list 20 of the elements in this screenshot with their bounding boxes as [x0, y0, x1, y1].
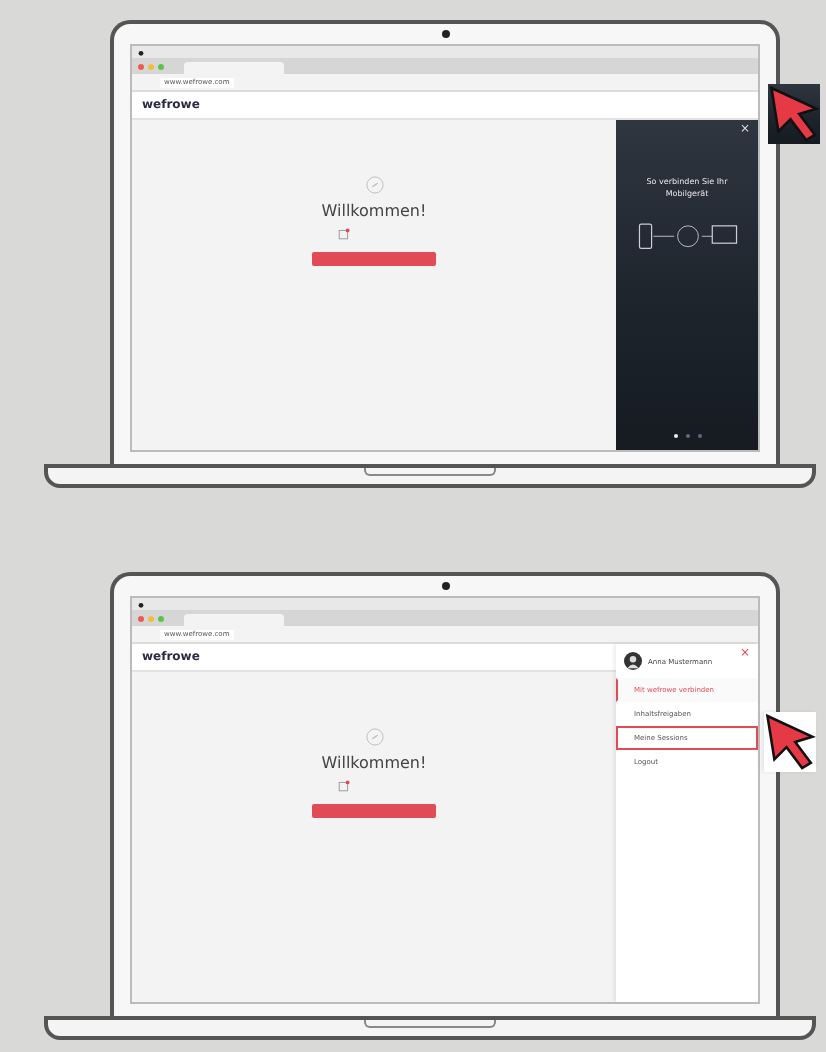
- welcome-heading: Willkommen!: [321, 202, 427, 220]
- connect-button[interactable]: [312, 252, 436, 266]
- minimize-window-dot[interactable]: [148, 63, 154, 69]
- welcome-heading: Willkommen!: [321, 754, 427, 772]
- close-window-dot[interactable]: [138, 615, 144, 621]
- avatar-icon: [624, 652, 642, 670]
- link-icon: [365, 176, 383, 194]
- link-icon: [365, 728, 383, 746]
- close-window-dot[interactable]: [138, 63, 144, 69]
- camera-dot: [442, 30, 450, 38]
- device-icon: [338, 780, 350, 792]
- arrow-pointer-icon: [768, 84, 820, 144]
- zoom-window-dot[interactable]: [158, 63, 164, 69]
- browser-tab[interactable]: [184, 614, 284, 626]
- camera-dot: [442, 582, 450, 590]
- browser-tab[interactable]: [184, 62, 284, 74]
- connect-button[interactable]: [312, 804, 436, 818]
- minimize-window-dot[interactable]: [148, 615, 154, 621]
- zoom-window-dot[interactable]: [158, 615, 164, 621]
- device-icon: [338, 228, 350, 240]
